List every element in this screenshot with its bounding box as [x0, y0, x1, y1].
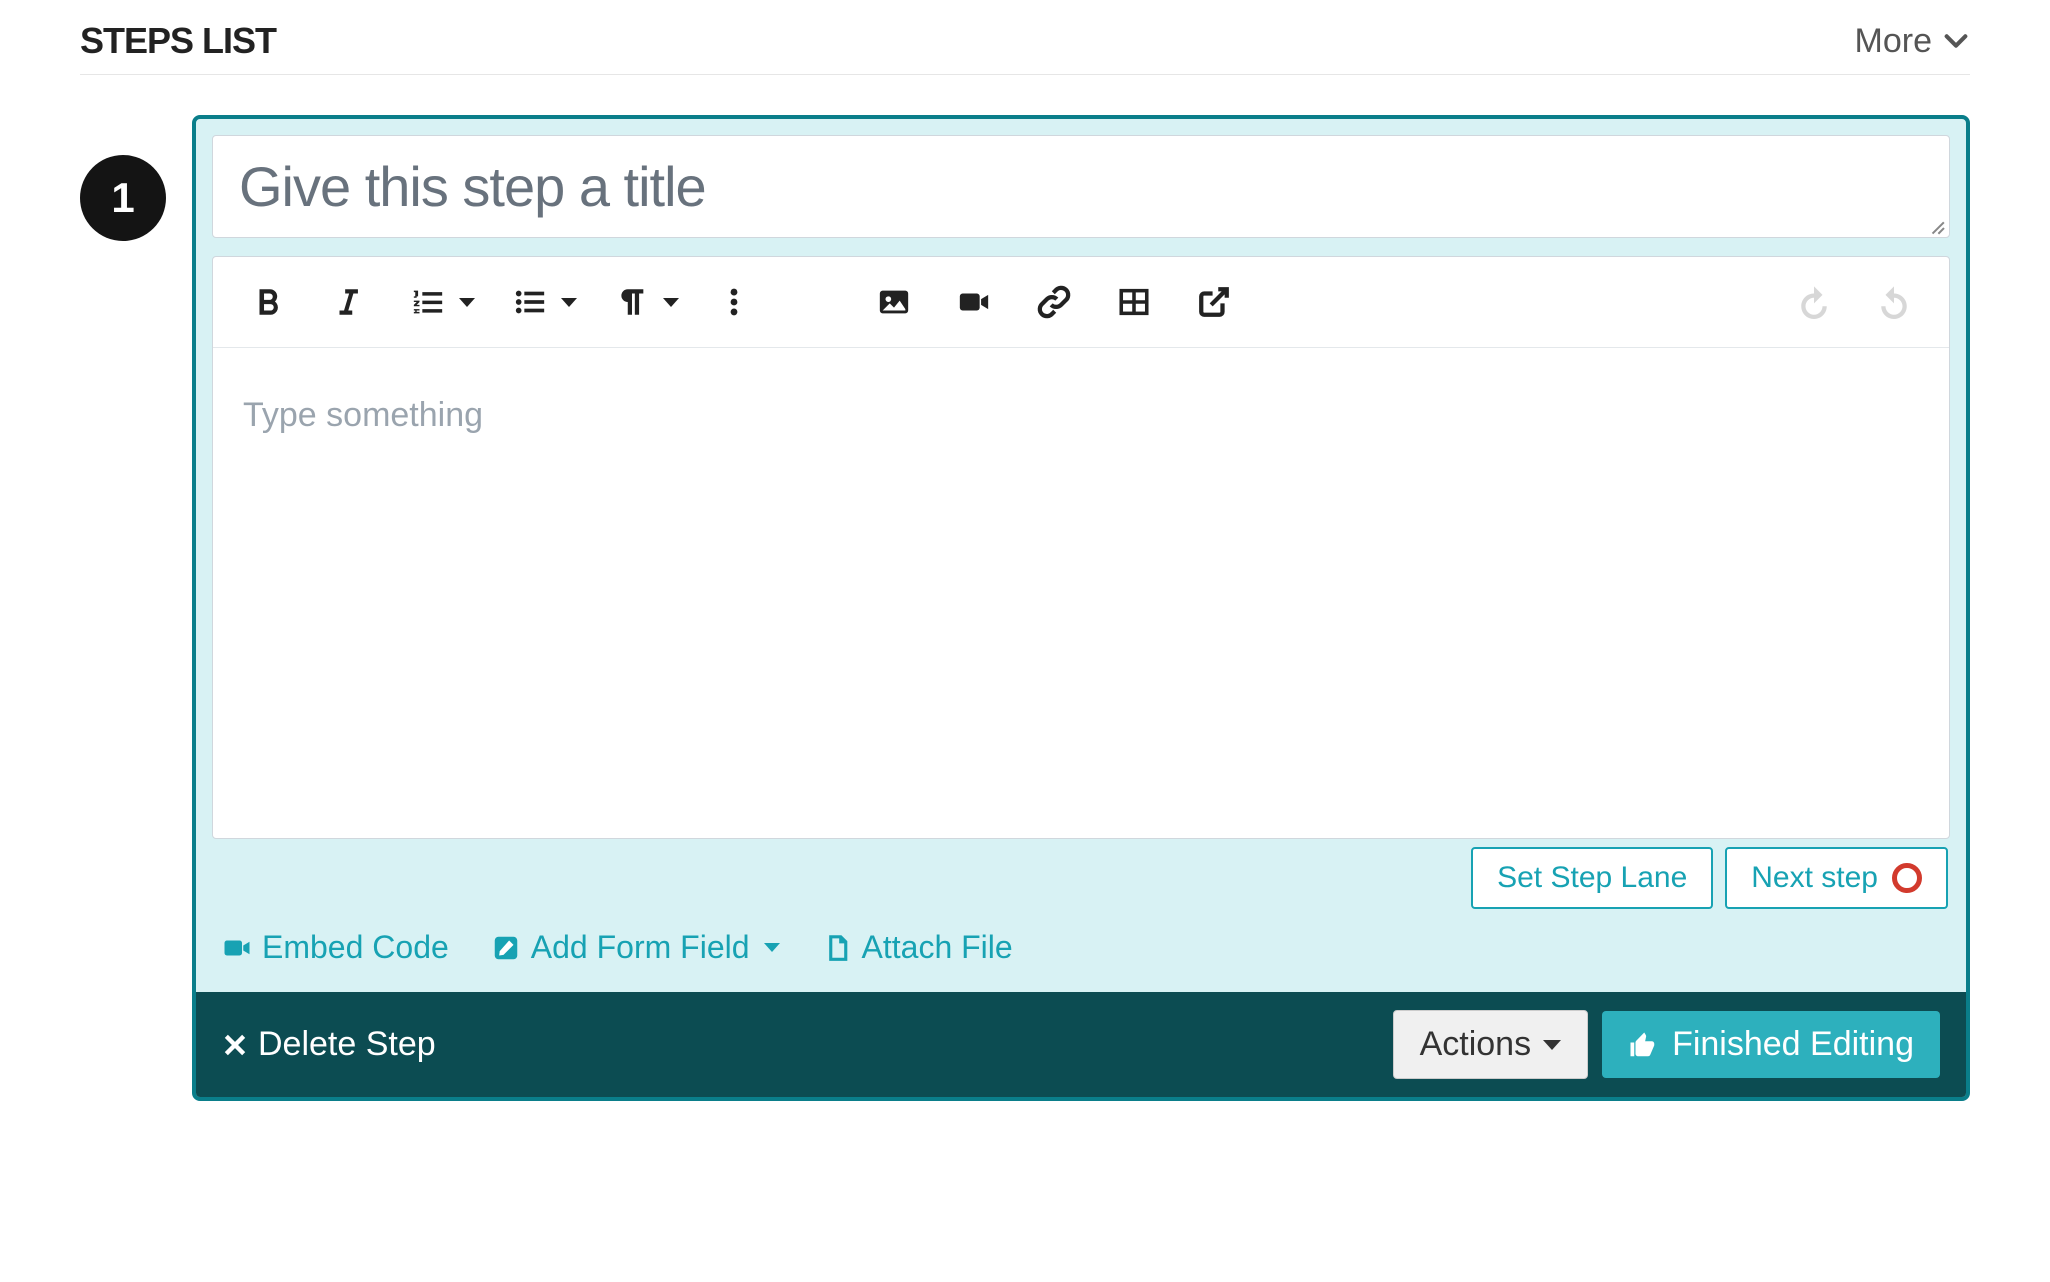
insert-video-button[interactable]: [949, 277, 999, 327]
embed-code-link[interactable]: Embed Code: [222, 929, 449, 966]
next-step-button[interactable]: Next step: [1725, 847, 1948, 909]
editor-box: Type something: [212, 256, 1950, 839]
embed-code-label: Embed Code: [262, 929, 449, 966]
insert-link-button[interactable]: [1029, 277, 1079, 327]
finished-editing-button[interactable]: Finished Editing: [1602, 1011, 1940, 1078]
ordered-list-icon: [411, 285, 445, 319]
thumbs-up-icon: [1628, 1030, 1658, 1060]
step-row: 1: [80, 115, 1970, 1101]
circle-indicator-icon: [1892, 863, 1922, 893]
chevron-down-icon: [1543, 1040, 1561, 1050]
step-number-badge: 1: [80, 155, 166, 241]
add-form-field-label: Add Form Field: [531, 929, 750, 966]
video-icon: [222, 933, 252, 963]
delete-step-label: Delete Step: [258, 1025, 436, 1064]
more-label: More: [1855, 22, 1932, 61]
set-step-lane-label: Set Step Lane: [1497, 861, 1687, 895]
paragraph-format-button[interactable]: [607, 277, 679, 327]
delete-step-button[interactable]: Delete Step: [222, 1025, 436, 1064]
title-input-wrap: [212, 135, 1950, 238]
next-step-label: Next step: [1751, 861, 1878, 895]
insert-table-button[interactable]: [1109, 277, 1159, 327]
close-icon: [222, 1032, 248, 1058]
action-links-row: Embed Code Add Form Field Attach File: [212, 925, 1950, 992]
step-card: Type something Set Step Lane Next step E…: [192, 115, 1970, 1101]
actions-label: Actions: [1420, 1025, 1532, 1064]
image-icon: [877, 285, 911, 319]
edit-icon: [491, 933, 521, 963]
more-tools-button[interactable]: [709, 277, 759, 327]
chevron-down-icon: [1942, 27, 1970, 55]
italic-icon: [331, 285, 365, 319]
italic-button[interactable]: [323, 277, 373, 327]
actions-dropdown-button[interactable]: Actions: [1393, 1010, 1589, 1079]
table-icon: [1117, 285, 1151, 319]
step-number: 1: [111, 174, 134, 222]
paragraph-icon: [615, 285, 649, 319]
chevron-down-icon: [459, 298, 475, 307]
redo-icon: [1877, 285, 1911, 319]
bold-button[interactable]: [243, 277, 293, 327]
set-step-lane-button[interactable]: Set Step Lane: [1471, 847, 1713, 909]
attach-file-label: Attach File: [862, 929, 1013, 966]
header-row: STEPS LIST More: [80, 20, 1970, 75]
external-link-icon: [1197, 285, 1231, 319]
insert-image-button[interactable]: [869, 277, 919, 327]
editor-content[interactable]: Type something: [213, 348, 1949, 838]
bold-icon: [251, 285, 285, 319]
link-icon: [1037, 285, 1071, 319]
page-root: STEPS LIST More 1: [0, 0, 2050, 1101]
unordered-list-icon: [513, 285, 547, 319]
resize-grip-icon[interactable]: [1930, 218, 1948, 236]
chevron-down-icon: [663, 298, 679, 307]
lane-button-row: Set Step Lane Next step: [212, 839, 1950, 925]
file-icon: [822, 933, 852, 963]
editor-placeholder: Type something: [243, 396, 483, 434]
attach-file-link[interactable]: Attach File: [822, 929, 1013, 966]
more-dropdown[interactable]: More: [1855, 22, 1970, 61]
redo-button[interactable]: [1869, 277, 1919, 327]
finished-editing-label: Finished Editing: [1672, 1025, 1914, 1064]
video-icon: [957, 285, 991, 319]
editor-toolbar: [213, 257, 1949, 348]
ordered-list-button[interactable]: [403, 277, 475, 327]
step-title-input[interactable]: [212, 135, 1950, 238]
chevron-down-icon: [561, 298, 577, 307]
undo-button[interactable]: [1789, 277, 1839, 327]
steps-list-title: STEPS LIST: [80, 20, 276, 62]
step-footer-bar: Delete Step Actions Finished Editing: [196, 992, 1966, 1097]
external-link-button[interactable]: [1189, 277, 1239, 327]
unordered-list-button[interactable]: [505, 277, 577, 327]
chevron-down-icon: [764, 943, 780, 952]
more-vertical-icon: [717, 285, 751, 319]
add-form-field-link[interactable]: Add Form Field: [491, 929, 780, 966]
undo-icon: [1797, 285, 1831, 319]
